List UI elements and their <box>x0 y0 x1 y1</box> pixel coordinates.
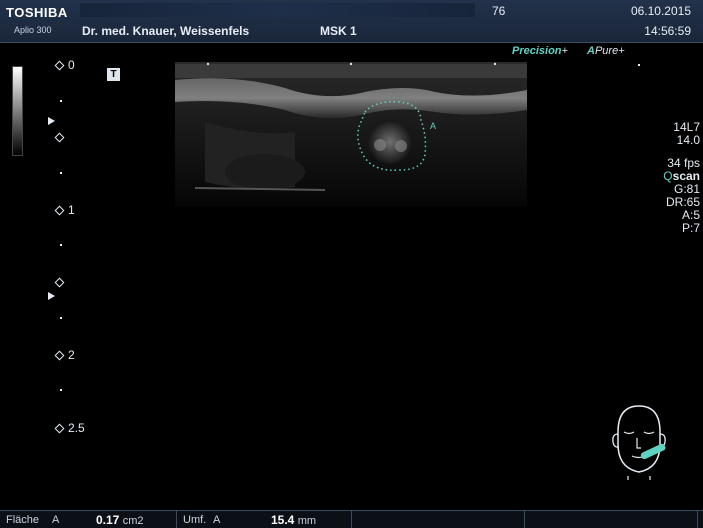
nodule-echo-spot <box>374 139 386 151</box>
depth-tick <box>60 317 62 319</box>
depth-tick <box>60 389 62 391</box>
depth-label-2-5: 2.5 <box>54 421 85 435</box>
top-dot <box>493 62 497 66</box>
apure-plus: + <box>618 45 625 57</box>
apure-text: Pure <box>594 45 619 57</box>
shadow-region <box>225 154 305 190</box>
precision-logo: Precision+ <box>512 45 568 57</box>
top-dot <box>206 62 210 66</box>
depth-half-mark <box>54 130 68 144</box>
brand-logo: TOSHIBA <box>6 5 68 20</box>
probe-icon <box>640 443 666 460</box>
clinic-name: Dr. med. Knauer, Weissenfels <box>82 24 250 38</box>
status-strip <box>80 3 475 17</box>
ultrasound-image[interactable]: A <box>175 62 527 207</box>
top-dot <box>349 62 353 66</box>
depth-marker-icon <box>54 60 65 71</box>
measurement-bar: Fläche A 0.17 cm2 Umf. A 15.4 mm <box>0 510 703 528</box>
focus-dot <box>638 64 640 66</box>
depth-value: 14.0 <box>676 133 700 147</box>
depth-marker-icon <box>54 350 65 361</box>
depth-half-mark <box>54 275 68 289</box>
focus-arrow-icon[interactable] <box>48 117 55 125</box>
perimeter-measurement: Umf. A 15.4 mm <box>177 511 352 528</box>
time-display: 14:56:59 <box>644 24 691 38</box>
depth-tick <box>60 172 62 174</box>
grayscale-bar <box>12 66 23 156</box>
empty-measurement-slot <box>525 511 698 528</box>
model-name: Aplio 300 <box>14 25 52 35</box>
depth-label-1: 1 <box>54 203 75 217</box>
apure-logo: APure+ <box>587 45 625 57</box>
empty-measurement-slot <box>352 511 525 528</box>
date-display: 06.10.2015 <box>630 4 691 18</box>
roi-label: A <box>430 121 436 131</box>
marker-t-icon: T <box>107 68 120 81</box>
depth-tick <box>60 244 62 246</box>
p-value: P:7 <box>681 221 700 235</box>
apure-a: A <box>587 45 595 57</box>
depth-marker-icon <box>54 277 65 288</box>
depth-marker-icon <box>54 205 65 216</box>
depth-marker-icon <box>54 423 65 434</box>
depth-label-2: 2 <box>54 348 75 362</box>
precision-plus: + <box>561 45 568 57</box>
preset-name: MSK 1 <box>320 24 357 38</box>
precision-text: Precision <box>512 45 562 57</box>
header-bar: TOSHIBA Aplio 300 Dr. med. Knauer, Weiss… <box>0 0 703 43</box>
nodule-echo-spot <box>395 140 407 152</box>
focus-arrow-icon[interactable] <box>48 292 55 300</box>
skin-layer <box>175 64 527 78</box>
depth-tick <box>60 100 62 102</box>
body-marker-icon[interactable] <box>604 400 674 480</box>
area-measurement: Fläche A 0.17 cm2 <box>0 511 177 528</box>
depth-marker-icon <box>54 132 65 143</box>
parameter-panel: 14L7 14.0 34 fps Qscan G:81 DR:65 A:5 P:… <box>663 121 700 235</box>
indicator-value: 76 <box>492 4 506 18</box>
depth-label-0: 0 <box>54 58 75 72</box>
